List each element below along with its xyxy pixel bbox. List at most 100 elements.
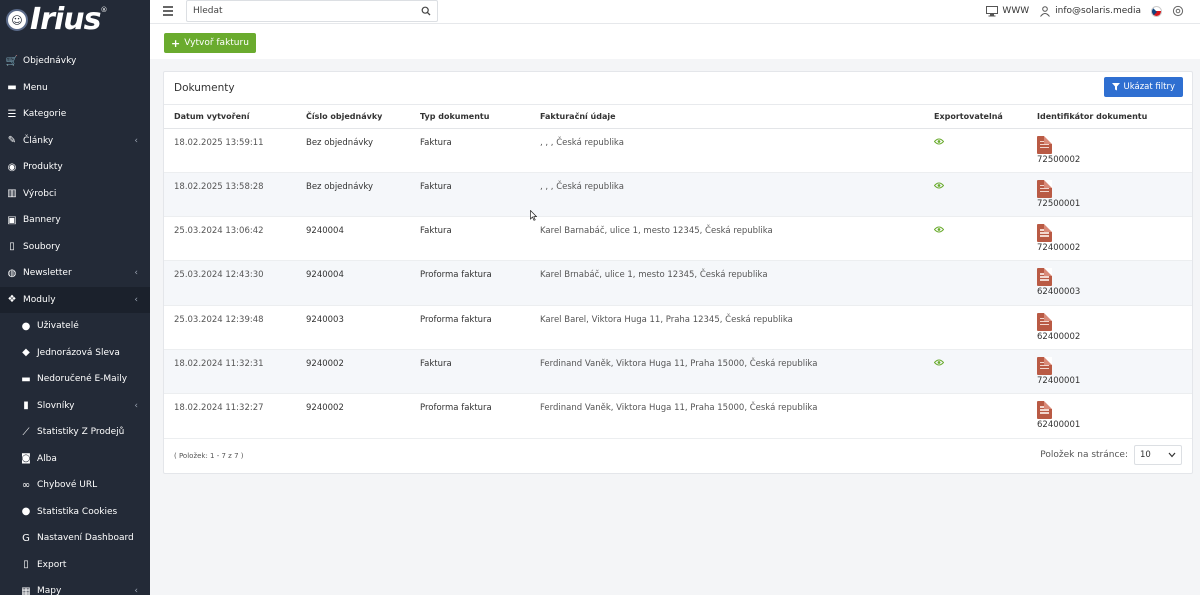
column-header-order[interactable]: Číslo objednávky — [296, 105, 410, 129]
cell-type: Faktura — [420, 137, 452, 148]
sidebar-item-alba[interactable]: ◙ Alba — [0, 446, 150, 473]
user-account-link[interactable]: info@solaris.media — [1039, 5, 1141, 17]
column-header-type[interactable]: Typ dokumentu — [410, 105, 530, 129]
czech-flag-icon[interactable] — [1151, 5, 1162, 17]
eye-icon[interactable] — [933, 138, 945, 145]
document-icon[interactable] — [1037, 135, 1052, 154]
document-icon[interactable] — [1037, 268, 1052, 287]
logo[interactable]: ☺ Irius ® — [0, 0, 150, 40]
sidebar-item-jednorázová-sleva[interactable]: ◆ Jednorázová Sleva — [0, 340, 150, 367]
sidebar-item-chybové-url[interactable]: ∞ Chybové URL — [0, 472, 150, 499]
sidebar-item-menu[interactable]: ▬ Menu — [0, 75, 150, 102]
cell-exportable — [924, 172, 1027, 216]
chevron-left-icon: ‹ — [134, 400, 138, 411]
sidebar-item-label: Newsletter — [23, 268, 72, 279]
sidebar-item-label: Menu — [23, 82, 48, 93]
sidebar-item-nedoručené-e-maily[interactable]: ▬ Nedoručené E-Maily — [0, 366, 150, 393]
image-icon: ▣ — [7, 214, 17, 226]
sidebar-item-newsletter[interactable]: ◍ Newsletter ‹ — [0, 260, 150, 287]
cell-exportable — [924, 394, 1027, 438]
sidebar-item-objednávky[interactable]: 🛒 Objednávky — [0, 48, 150, 75]
sidebar-item-soubory[interactable]: ▯ Soubory — [0, 234, 150, 261]
document-icon[interactable] — [1037, 179, 1052, 198]
table-row[interactable]: 25.03.2024 12:39:48 9240003 Proforma faktu… — [164, 305, 1192, 350]
cell-doc-id[interactable]: 72400002 — [1027, 217, 1192, 261]
sidebar-item-uživatelé[interactable]: ● Uživatelé — [0, 313, 150, 340]
cell-doc-id[interactable]: 62400001 — [1027, 394, 1192, 438]
column-header-billing[interactable]: Fakturační údaje — [530, 105, 924, 129]
table-row[interactable]: 25.03.2024 13:06:42 9240004 Faktura Karel B… — [164, 217, 1192, 261]
eye-icon[interactable] — [933, 226, 945, 233]
cell-type: Faktura — [420, 181, 452, 192]
sidebar-item-statistika-cookies[interactable]: ● Statistika Cookies — [0, 499, 150, 526]
cell-order: 9240002 — [306, 403, 344, 414]
column-header-doc-id[interactable]: Identifikátor dokumentu — [1027, 105, 1192, 129]
cell-date: 25.03.2024 12:39:48 — [174, 314, 264, 325]
cell-type: Proforma faktura — [420, 314, 492, 325]
sidebar-item-mapy[interactable]: ▦ Mapy ‹ — [0, 578, 150, 595]
document-icon[interactable] — [1037, 356, 1052, 375]
document-icon[interactable] — [1037, 224, 1052, 243]
per-page-value: 10 — [1140, 450, 1151, 460]
sidebar-item-export[interactable]: ▯ Export — [0, 552, 150, 579]
factory-icon: ▥ — [7, 188, 17, 200]
file-icon: ▯ — [9, 241, 15, 253]
cell-doc-id[interactable]: 72400001 — [1027, 349, 1192, 393]
cell-doc-id[interactable]: 62400002 — [1027, 305, 1192, 349]
sidebar-item-label: Uživatelé — [37, 321, 79, 332]
document-icon[interactable] — [1037, 312, 1052, 331]
map-icon: ▦ — [21, 585, 31, 595]
cell-exportable — [924, 305, 1027, 349]
search-icon[interactable] — [421, 6, 431, 16]
doc-id-text: 62400002 — [1037, 331, 1081, 342]
eye-icon[interactable] — [933, 359, 945, 366]
user-icon — [1040, 5, 1051, 17]
cell-type: Proforma faktura — [420, 403, 492, 414]
cell-order: 9240004 — [306, 226, 344, 237]
card-title: Dokumenty — [174, 82, 235, 94]
dropbox-icon: ❖ — [7, 294, 17, 306]
create-invoice-button[interactable]: + Vytvoř fakturu — [164, 33, 256, 53]
document-icon[interactable] — [1037, 401, 1052, 420]
hamburger-menu-icon[interactable] — [163, 6, 173, 16]
cell-billing: Ferdinand Vaněk, Viktora Huga 11, Praha … — [540, 403, 818, 414]
sidebar-item-nastavení-dashboard[interactable]: G Nastavení Dashboard — [0, 525, 150, 552]
sidebar-nav: 🛒 Objednávky ▬ Menu ☰ Kategorie ✎ Články ‹ ◉ Produ… — [0, 48, 150, 595]
monitor-icon — [986, 5, 999, 16]
sidebar-item-slovníky[interactable]: ▮ Slovníky ‹ — [0, 393, 150, 420]
show-filters-button[interactable]: Ukázat filtry — [1103, 77, 1183, 97]
sidebar-item-bannery[interactable]: ▣ Bannery — [0, 207, 150, 234]
cell-date: 25.03.2024 12:43:30 — [174, 270, 264, 281]
google-icon: G — [22, 532, 30, 544]
cell-doc-id[interactable]: 62400003 — [1027, 261, 1192, 305]
per-page-select[interactable]: 10 — [1134, 445, 1182, 465]
table-row[interactable]: 18.02.2024 11:32:31 9240002 Faktura Ferdina… — [164, 349, 1192, 394]
search-box[interactable] — [186, 0, 438, 22]
cell-billing: Karel Barel, Viktora Huga 11, Praha 1234… — [540, 314, 793, 325]
sidebar-item-moduly[interactable]: ❖ Moduly ‹ — [0, 286, 150, 313]
table-row[interactable]: 25.03.2024 12:43:30 9240004 Proforma faktu… — [164, 260, 1192, 306]
action-bar: + Vytvoř fakturu — [150, 24, 1200, 59]
settings-icon[interactable] — [1172, 5, 1184, 17]
search-input[interactable] — [193, 6, 421, 16]
cookie-icon: ● — [21, 506, 31, 518]
www-link[interactable]: WWW — [986, 5, 1029, 17]
cell-doc-id[interactable]: 72500002 — [1027, 128, 1192, 172]
table-row[interactable]: 18.02.2025 13:59:11 Bez objednávky Faktura… — [164, 128, 1192, 173]
sidebar-item-statistiky-z-prodejů[interactable]: ⟋ Statistiky Z Prodejů — [0, 419, 150, 446]
table-row[interactable]: 18.02.2025 13:58:28 Bez objednávky Faktura… — [164, 172, 1192, 217]
eye-icon[interactable] — [933, 182, 945, 189]
sidebar-item-články[interactable]: ✎ Články ‹ — [0, 128, 150, 155]
table-row[interactable]: 18.02.2024 11:32:27 9240002 Proforma faktu… — [164, 394, 1192, 439]
column-header-date[interactable]: Datum vytvoření — [164, 105, 296, 129]
cell-doc-id[interactable]: 72500001 — [1027, 172, 1192, 216]
cell-exportable — [924, 261, 1027, 305]
sidebar-item-kategorie[interactable]: ☰ Kategorie — [0, 101, 150, 128]
pencil-icon: ✎ — [7, 135, 17, 147]
table-body: 18.02.2025 13:59:11 Bez objednávky Faktura… — [164, 128, 1192, 439]
cell-date: 25.03.2024 13:06:42 — [174, 226, 264, 237]
column-header-exportable[interactable]: Exportovatelná — [924, 105, 1027, 129]
sidebar-item-výrobci[interactable]: ▥ Výrobci — [0, 181, 150, 208]
sidebar-item-produkty[interactable]: ◉ Produkty — [0, 154, 150, 181]
sidebar-item-label: Jednorázová Sleva — [37, 347, 120, 358]
